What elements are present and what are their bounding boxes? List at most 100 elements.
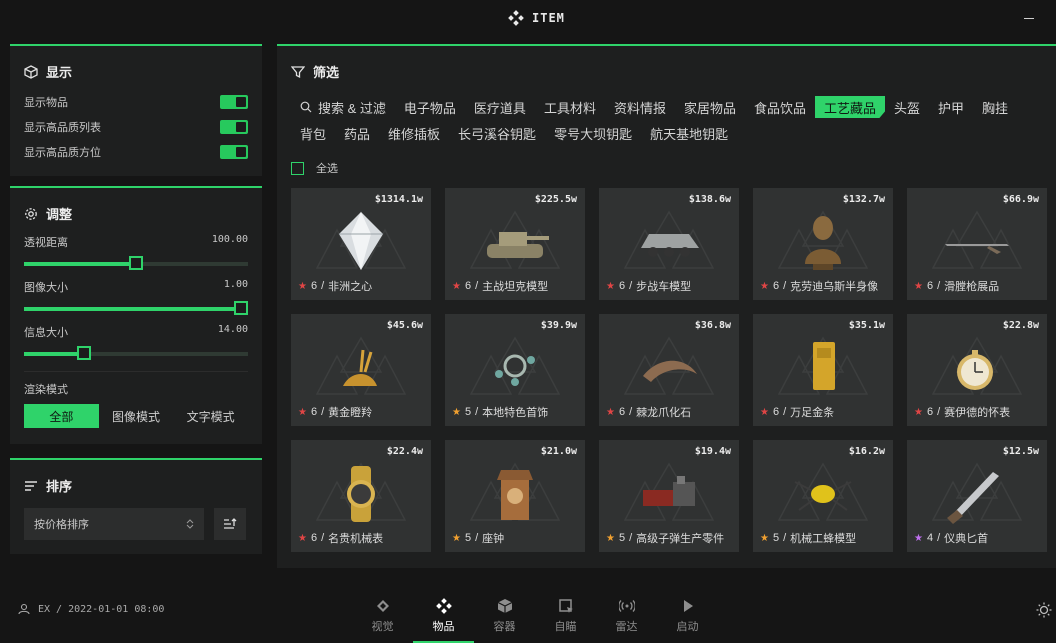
item-card[interactable]: $21.0w ★ 5/座钟 <box>445 440 585 552</box>
sort-order-button[interactable] <box>214 508 246 540</box>
gold-bar-icon <box>813 342 835 390</box>
separator: / <box>937 532 941 544</box>
high-quality-direction-toggle[interactable] <box>220 145 248 159</box>
item-card[interactable]: $12.5w ★ 4/仪典匕首 <box>907 440 1047 552</box>
slider-handle[interactable] <box>129 256 143 270</box>
nav-item-radar[interactable]: 雷达 <box>596 588 657 643</box>
tab-intel[interactable]: 资料情报 <box>605 96 675 118</box>
slider-label: 透视距离 <box>24 237 68 249</box>
nav-item-container[interactable]: 容器 <box>474 588 535 643</box>
user-info-text: EX / 2022-01-01 08:00 <box>38 603 165 615</box>
rarity-star-icon: ★ <box>606 280 615 292</box>
aim-icon <box>558 598 573 613</box>
item-card[interactable]: $22.8w ★ 6/赛伊德的怀表 <box>907 314 1047 426</box>
tab-chest-rig[interactable]: 胸挂 <box>973 96 1017 118</box>
item-name: 黄金瞪羚 <box>328 407 373 419</box>
adjust-panel-header: 调整 <box>24 204 72 223</box>
render-mode-text[interactable]: 文字模式 <box>173 404 248 428</box>
item-meta: ★ 6/非洲之心 <box>298 278 372 294</box>
rarity-star-icon: ★ <box>298 280 307 292</box>
play-icon <box>683 599 693 612</box>
rarity-star-icon: ★ <box>452 280 461 292</box>
rarity-star-icon: ★ <box>606 406 615 418</box>
minimize-button[interactable] <box>1024 18 1034 19</box>
item-card[interactable]: $36.8w ★ 6/棘龙爪化石 <box>599 314 739 426</box>
machine-parts-icon <box>643 476 695 506</box>
item-rarity: 6 <box>772 280 780 292</box>
search-icon <box>300 101 312 113</box>
high-quality-list-toggle[interactable] <box>220 120 248 134</box>
item-card[interactable]: $138.6w ★ 6/步战车模型 <box>599 188 739 300</box>
tab-zero-dam-keys[interactable]: 零号大坝钥匙 <box>545 122 641 144</box>
item-card[interactable]: $45.6w ★ 6/黄金瞪羚 <box>291 314 431 426</box>
search-filter-button[interactable]: 搜索 & 过滤 <box>291 96 395 118</box>
slider-handle[interactable] <box>77 346 91 360</box>
toggle-row-high-quality-direction: 显示高品质方位 <box>24 144 248 160</box>
sort-select[interactable]: 按价格排序 <box>24 508 204 540</box>
item-name: 座钟 <box>482 533 505 545</box>
tab-medicine[interactable]: 药品 <box>335 122 379 144</box>
nav-item-items[interactable]: 物品 <box>413 588 474 643</box>
filter-icon <box>291 65 305 78</box>
item-rarity: 5 <box>772 532 780 544</box>
tab-medical[interactable]: 医疗道具 <box>465 96 535 118</box>
render-mode-all[interactable]: 全部 <box>24 404 99 428</box>
separator: / <box>475 532 479 544</box>
slider-fill <box>24 352 84 356</box>
tab-backpack[interactable]: 背包 <box>291 122 335 144</box>
slider-track[interactable] <box>24 346 248 360</box>
separator: / <box>321 406 325 418</box>
item-meta: ★ 6/赛伊德的怀表 <box>914 404 1010 420</box>
tab-helmet[interactable]: 头盔 <box>885 96 929 118</box>
item-card[interactable]: $66.9w ★ 6/滑膛枪展品 <box>907 188 1047 300</box>
user-icon <box>18 603 30 615</box>
render-mode-image[interactable]: 图像模式 <box>99 404 174 428</box>
item-card[interactable]: $22.4w ★ 6/名贵机械表 <box>291 440 431 552</box>
item-card[interactable]: $39.9w ★ 5/本地特色首饰 <box>445 314 585 426</box>
tab-electronics[interactable]: 电子物品 <box>395 96 465 118</box>
tab-crafts-collectibles[interactable]: 工艺藏品 <box>815 96 886 118</box>
tab-longbow-valley-keys[interactable]: 长弓溪谷钥匙 <box>449 122 545 144</box>
tab-repair-board[interactable]: 维修插板 <box>379 122 449 144</box>
tab-household[interactable]: 家居物品 <box>675 96 745 118</box>
radar-icon <box>618 599 635 612</box>
item-card[interactable]: $16.2w ★ 5/机械工蜂模型 <box>753 440 893 552</box>
toggle-label: 显示高品质方位 <box>24 147 101 159</box>
armored-vehicle-icon <box>641 234 699 257</box>
rarity-star-icon: ★ <box>760 532 769 544</box>
separator: / <box>783 280 787 292</box>
item-card[interactable]: $132.7w ★ 6/克劳迪乌斯半身像 <box>753 188 893 300</box>
select-all-row: 全选 <box>291 160 338 176</box>
item-meta: ★ 5/高级子弹生产零件 <box>606 530 724 546</box>
tab-food[interactable]: 食品饮品 <box>745 96 815 118</box>
rarity-star-icon: ★ <box>298 406 307 418</box>
title-bar: ITEM <box>0 0 1056 38</box>
item-meta: ★ 6/棘龙爪化石 <box>606 404 691 420</box>
separator: / <box>937 406 941 418</box>
jewelry-icon <box>495 354 535 386</box>
slider-handle[interactable] <box>234 301 248 315</box>
item-card[interactable]: $35.1w ★ 6/万足金条 <box>753 314 893 426</box>
item-name: 主战坦克模型 <box>482 281 549 293</box>
slider-track[interactable] <box>24 301 248 315</box>
pocket-watch-icon <box>957 350 993 390</box>
rarity-star-icon: ★ <box>606 532 615 544</box>
nav-item-aim[interactable]: 自瞄 <box>535 588 596 643</box>
tab-armor[interactable]: 护甲 <box>929 96 973 118</box>
sun-icon[interactable] <box>1036 602 1052 618</box>
item-name: 仪典匕首 <box>944 533 989 545</box>
tab-space-base-keys[interactable]: 航天基地钥匙 <box>641 122 737 144</box>
item-card[interactable]: $225.5w ★ 6/主战坦克模型 <box>445 188 585 300</box>
item-card[interactable]: $19.4w ★ 5/高级子弹生产零件 <box>599 440 739 552</box>
item-card[interactable]: $1314.1w ★ 6/非洲之心 <box>291 188 431 300</box>
select-all-checkbox[interactable] <box>291 161 304 175</box>
cube-icon <box>497 598 512 613</box>
show-items-toggle[interactable] <box>220 95 248 109</box>
tab-tools[interactable]: 工具材料 <box>535 96 605 118</box>
slider-image-size: 图像大小 1.00 <box>24 279 248 315</box>
nav-item-launch[interactable]: 启动 <box>657 588 718 643</box>
separator: / <box>783 532 787 544</box>
slider-track[interactable] <box>24 256 248 270</box>
nav-item-visual[interactable]: 视觉 <box>352 588 413 643</box>
separator: / <box>629 532 633 544</box>
